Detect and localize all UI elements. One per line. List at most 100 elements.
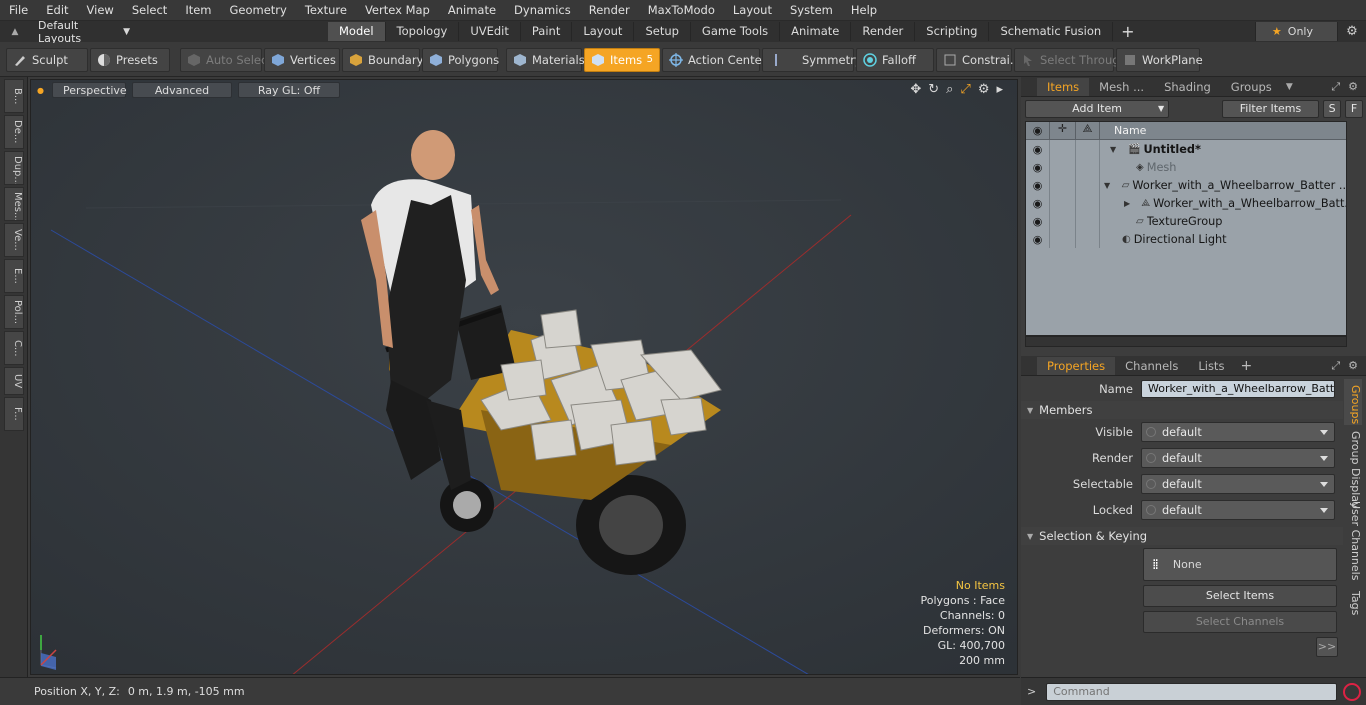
select-channels-button[interactable]: Select Channels <box>1143 611 1337 633</box>
visibility-eye-icon[interactable]: ◉ <box>1026 212 1050 230</box>
tab-render[interactable]: Render <box>851 22 916 41</box>
menu-item-edit[interactable]: Edit <box>37 0 77 21</box>
visibility-eye-icon[interactable]: ◉ <box>1026 176 1050 194</box>
vertices-button[interactable]: Vertices 1 <box>264 47 348 72</box>
locked-dropdown[interactable]: default <box>1141 500 1335 520</box>
menu-item-item[interactable]: Item <box>176 0 220 21</box>
only-toggle[interactable]: ★ Only <box>1254 22 1338 41</box>
item-list-scrollbar[interactable] <box>1025 336 1347 347</box>
tree-expand-icon[interactable]: ▼ <box>1104 181 1122 190</box>
tab-mesh[interactable]: Mesh ... <box>1089 78 1154 96</box>
polygons-button[interactable]: Polygons <box>422 47 499 72</box>
symmetry-button[interactable]: Symmetry <box>762 47 862 72</box>
selection-keying-section[interactable]: ▼ Selection & Keying <box>1021 527 1343 545</box>
f-button[interactable]: F <box>1345 100 1364 118</box>
tab-uvedit[interactable]: UVEdit <box>459 22 521 41</box>
visible-dropdown[interactable]: default <box>1141 422 1335 442</box>
tab-layout[interactable]: Layout <box>572 22 635 41</box>
maximize-icon[interactable]: ⤢ <box>960 82 970 97</box>
boundary-button[interactable]: Boundary <box>342 47 423 72</box>
rotate-view-icon[interactable]: ↻ <box>928 82 939 97</box>
menu-item-help[interactable]: Help <box>842 0 886 21</box>
menu-item-vertex-map[interactable]: Vertex Map <box>356 0 439 21</box>
panel-gear-icon[interactable]: ⚙ <box>1348 359 1358 372</box>
left-tab-6[interactable]: Pol... <box>4 295 24 329</box>
view-mode-button[interactable]: Perspective <box>51 82 127 98</box>
visibility-eye-icon[interactable]: ◉ <box>1026 140 1050 158</box>
command-input[interactable] <box>1046 682 1338 701</box>
menu-item-system[interactable]: System <box>781 0 842 21</box>
more-button[interactable]: >> <box>1316 637 1338 657</box>
raygl-button[interactable]: Ray GL: Off <box>237 82 340 98</box>
menu-item-animate[interactable]: Animate <box>439 0 505 21</box>
tab-channels[interactable]: Channels <box>1115 357 1188 375</box>
left-tab-5[interactable]: E... <box>4 259 24 293</box>
layout-selector[interactable]: Default Layouts ▼ <box>30 19 130 45</box>
render-dropdown[interactable]: default <box>1141 448 1335 468</box>
add-tab-icon[interactable]: + <box>1240 358 1252 374</box>
3d-viewport[interactable]: ● Perspective Advanced Ray GL: Off ✥ ↻ ⌕… <box>30 79 1018 675</box>
side-tab-group-display[interactable]: Group Display <box>1344 425 1362 509</box>
item-row[interactable]: ◉ ◐ Directional Light <box>1026 230 1346 248</box>
expand-panel-icon[interactable]: ⤢ <box>1331 359 1340 373</box>
menu-item-maxtomodo[interactable]: MaxToModo <box>639 0 724 21</box>
members-section[interactable]: ▼ Members <box>1021 401 1343 419</box>
item-row[interactable]: ◉ ▶ ⟁ Worker_with_a_Wheelbarrow_Batt... <box>1026 194 1346 212</box>
move-view-icon[interactable]: ✥ <box>910 82 921 97</box>
item-row[interactable]: ◉ ◈ Mesh <box>1026 158 1346 176</box>
tabs-dropdown-icon[interactable]: ▼ <box>1286 82 1293 92</box>
tab-game-tools[interactable]: Game Tools <box>691 22 781 41</box>
left-tab-1[interactable]: De... <box>4 115 24 149</box>
item-row[interactable]: ◉ ▱ TextureGroup <box>1026 212 1346 230</box>
tab-shading[interactable]: Shading <box>1154 78 1221 96</box>
left-tab-2[interactable]: Dup... <box>4 151 24 185</box>
item-row[interactable]: ◉ ▼ ▱ Worker_with_a_Wheelbarrow_Batter ... <box>1026 176 1346 194</box>
side-tab-groups[interactable]: Groups <box>1344 379 1362 425</box>
side-tab-tags[interactable]: Tags <box>1344 585 1362 615</box>
add-tab-icon[interactable]: + <box>1113 22 1142 41</box>
menu-item-geometry[interactable]: Geometry <box>221 0 296 21</box>
menu-item-dynamics[interactable]: Dynamics <box>505 0 580 21</box>
menu-item-select[interactable]: Select <box>123 0 176 21</box>
materials-button[interactable]: Materials <box>506 47 585 72</box>
left-tab-8[interactable]: UV <box>4 367 24 395</box>
selectable-dropdown[interactable]: default <box>1141 474 1335 494</box>
visibility-eye-icon[interactable]: ◉ <box>1026 230 1050 248</box>
menu-item-file[interactable]: File <box>0 0 37 21</box>
panel-gear-icon[interactable]: ⚙ <box>1348 80 1358 93</box>
add-item-button[interactable]: Add Item ▼ <box>1025 100 1170 118</box>
visibility-eye-icon[interactable]: ◉ <box>1026 158 1050 176</box>
tree-expand-icon[interactable]: ▶ <box>1124 199 1141 208</box>
left-tab-9[interactable]: F... <box>4 397 24 431</box>
collapse-icon[interactable]: ▲ <box>0 27 30 37</box>
menu-item-texture[interactable]: Texture <box>296 0 356 21</box>
auto-select-button[interactable]: Auto Select <box>180 47 272 72</box>
sculpt-button[interactable]: Sculpt <box>6 47 88 72</box>
zoom-view-icon[interactable]: ⌕ <box>946 82 953 97</box>
tree-expand-icon[interactable]: ▼ <box>1110 145 1128 154</box>
select-through-button[interactable]: Select Through <box>1014 47 1127 72</box>
none-button[interactable]: ⁞⁞ None <box>1143 548 1337 581</box>
falloff-button[interactable]: Falloff <box>856 47 934 72</box>
constrain-button[interactable]: Constrai... <box>936 47 1021 72</box>
item-row[interactable]: ◉ ▼ 🎬 Untitled* <box>1026 140 1346 158</box>
tab-paint[interactable]: Paint <box>521 22 573 41</box>
record-icon[interactable] <box>1343 682 1362 701</box>
name-field[interactable]: Worker_with_a_Wheelbarrow_Battery <box>1141 380 1335 398</box>
items-button[interactable]: Items 5 <box>584 47 660 72</box>
menu-item-render[interactable]: Render <box>580 0 639 21</box>
s-button[interactable]: S <box>1323 100 1342 118</box>
viewport-settings-icon[interactable]: ⚙ <box>978 82 990 97</box>
action-center-button[interactable]: Action Center <box>662 47 766 72</box>
side-tab-user-channels[interactable]: User Channels <box>1344 495 1362 585</box>
tab-scripting[interactable]: Scripting <box>915 22 990 41</box>
tab-model[interactable]: Model <box>328 22 386 41</box>
menu-item-layout[interactable]: Layout <box>724 0 781 21</box>
play-icon[interactable]: ▸ <box>996 82 1003 97</box>
left-tab-0[interactable]: B... <box>4 79 24 113</box>
gear-icon[interactable]: ⚙ <box>1338 24 1366 39</box>
left-tab-7[interactable]: C... <box>4 331 24 365</box>
shading-mode-button[interactable]: Advanced <box>131 82 232 98</box>
visibility-eye-icon[interactable]: ◉ <box>1026 194 1050 212</box>
tab-properties[interactable]: Properties <box>1037 356 1116 375</box>
